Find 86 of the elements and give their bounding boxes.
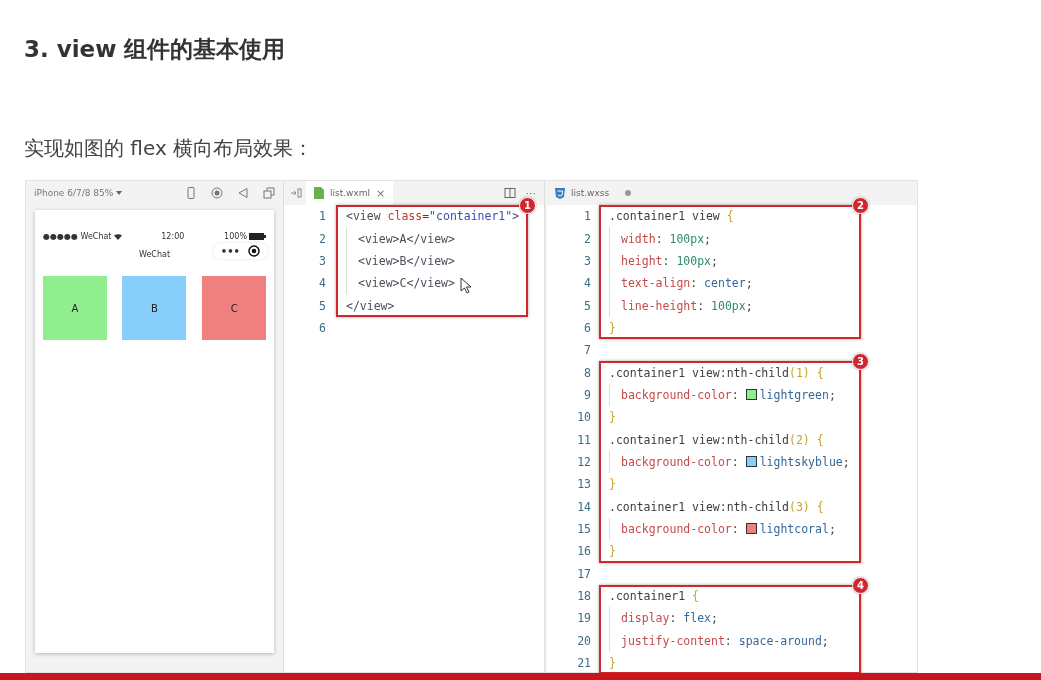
code-text: text-align: center; (621, 276, 753, 291)
code-text: } (609, 410, 616, 425)
tab-label[interactable]: list.wxss (571, 188, 610, 198)
line-number: 19 (576, 611, 591, 626)
code-text: display: flex; (621, 611, 718, 626)
line-number: 5 (318, 298, 326, 313)
flex-item: A (42, 276, 107, 340)
code-text: justify-content: space-around; (621, 633, 829, 648)
line-number: 4 (583, 276, 591, 291)
code-text: lightgreen; (759, 387, 836, 402)
file-tab[interactable]: list.wxml × (306, 181, 394, 205)
line-number: 11 (576, 432, 591, 447)
line-number: 15 (576, 522, 591, 536)
line-number: 21 (576, 656, 591, 671)
line-number: 13 (576, 477, 591, 492)
cursor-icon (460, 277, 472, 294)
line-number: 9 (583, 387, 591, 402)
device-dropdown[interactable]: iPhone 6/7/8 85% (34, 188, 123, 198)
code-text: } (609, 320, 616, 335)
line-number: 3 (583, 253, 591, 268)
code-text: .container1 view { (609, 209, 734, 224)
line-number: 18 (576, 589, 591, 603)
code-text: <view>C</view> (358, 276, 455, 291)
target-icon[interactable] (248, 245, 260, 257)
code-text: } (609, 477, 616, 492)
code-text: .container1 view:nth-child(2) { (609, 432, 824, 447)
code-text: } (609, 656, 616, 671)
flex-item: C (202, 276, 267, 340)
more-button[interactable]: ··· (525, 186, 536, 200)
line-number: 2 (583, 231, 591, 246)
code-text: background-color: (621, 387, 740, 402)
phone-icon[interactable] (185, 187, 197, 199)
code-text: <view class="container1"> (346, 209, 520, 224)
carrier-text: ●●●●● WeChat (43, 232, 112, 241)
code-text: </view> (346, 298, 395, 313)
battery-text: 100% (224, 232, 247, 241)
line-number: 1 (318, 209, 326, 224)
line-number: 16 (576, 544, 591, 559)
triangle-icon[interactable] (237, 187, 249, 199)
line-number: 1 (583, 209, 591, 224)
line-number: 7 (583, 343, 591, 358)
line-number: 5 (583, 298, 591, 313)
tab-label[interactable]: list.wxml (330, 188, 371, 198)
capsule-menu[interactable]: ••• (212, 243, 268, 259)
split-editor-icon[interactable] (503, 187, 516, 199)
step-badge: 4 (852, 576, 869, 594)
code-text: <view>B</view> (358, 253, 455, 268)
section-heading: 3. view 组件的基本使用 (24, 35, 286, 64)
step-badge: 3 (852, 353, 869, 371)
line-number: 17 (576, 566, 591, 581)
nav-title: WeChat (138, 249, 171, 259)
code-text: .container1 view:nth-child(1) { (609, 365, 824, 380)
caret-icon[interactable] (116, 191, 123, 195)
windows-icon[interactable] (263, 187, 275, 199)
code-text: <view>A</view> (358, 231, 455, 246)
code-text: width: 100px; (621, 231, 712, 246)
flex-item: B (122, 276, 187, 340)
more-text[interactable]: ••• (220, 245, 240, 257)
line-number: 8 (583, 365, 591, 380)
line-number: 14 (576, 499, 591, 514)
battery-icon (249, 233, 266, 240)
css-file-icon (555, 187, 565, 199)
code-text: height: 100px; (621, 253, 718, 268)
line-number: 4 (318, 276, 326, 291)
record-icon[interactable] (211, 187, 223, 199)
line-number: 12 (576, 454, 591, 469)
wifi-icon (113, 233, 122, 240)
code-text: background-color: (621, 454, 740, 469)
code-text: lightcoral; (759, 522, 836, 536)
line-number: 6 (318, 320, 326, 335)
clock-text: 12:00 (161, 232, 185, 241)
line-number: 3 (318, 253, 326, 268)
instruction-text: 实现如图的 flex 横向布局效果： (24, 135, 314, 162)
close-button[interactable]: × (376, 186, 386, 200)
line-number: 2 (318, 231, 326, 246)
line-number: 20 (576, 633, 591, 648)
file-icon (314, 187, 324, 199)
code-text: .container1 { (609, 589, 700, 603)
code-text: background-color: (621, 522, 740, 536)
code-text: .container1 view:nth-child(3) { (609, 499, 824, 514)
code-text: lightskyblue; (759, 454, 850, 469)
line-number: 6 (583, 320, 591, 335)
line-number: 10 (576, 410, 591, 425)
sidebar-toggle-icon[interactable] (290, 187, 302, 199)
code-text: } (609, 544, 616, 559)
code-text: line-height: 100px; (621, 298, 753, 313)
